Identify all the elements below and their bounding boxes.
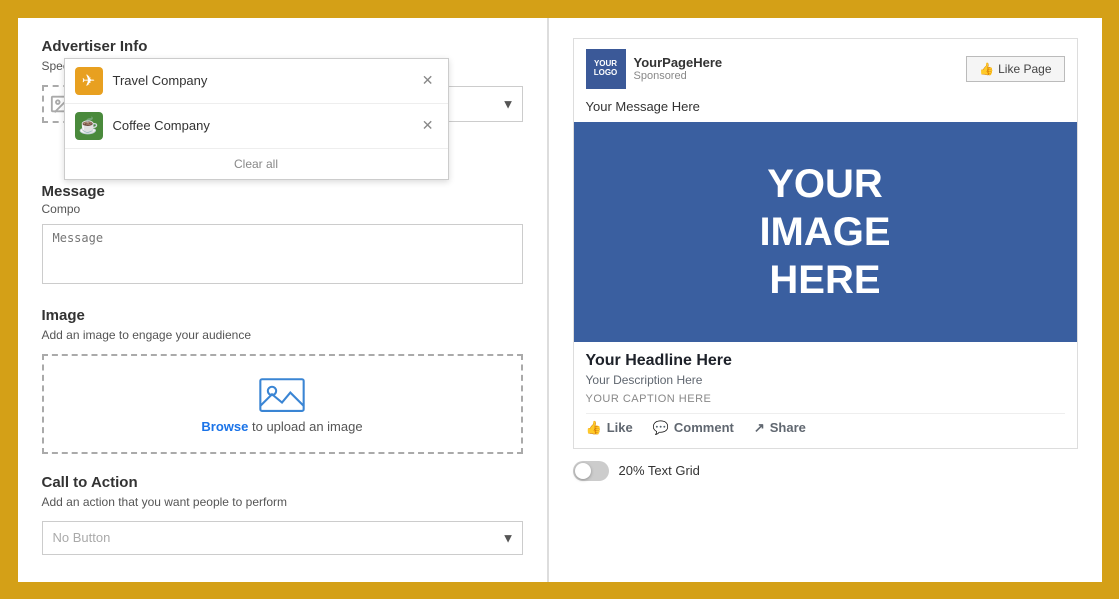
fb-sponsored: Sponsored	[634, 70, 723, 82]
coffee-icon: ☕	[75, 112, 103, 140]
fb-like-page-button[interactable]: 👍 Like Page	[966, 56, 1064, 82]
clear-all-button[interactable]: Clear all	[65, 149, 448, 179]
upload-text: Browse to upload an image	[201, 419, 362, 434]
image-upload-icon	[257, 373, 307, 413]
coffee-company-label: Coffee Company	[113, 118, 418, 133]
fb-page-name[interactable]: YourPageHere	[634, 55, 723, 70]
text-grid-row: 20% Text Grid	[573, 461, 1078, 481]
image-section: Image Add an image to engage your audien…	[42, 307, 523, 454]
like-icon: 👍	[586, 420, 602, 436]
image-subtitle: Add an image to engage your audience	[42, 328, 523, 342]
browse-link[interactable]: Browse	[201, 419, 248, 434]
coffee-remove-icon[interactable]: ✕	[418, 117, 438, 134]
dropdown-item-coffee[interactable]: ☕ Coffee Company ✕	[65, 104, 448, 149]
fb-page-details: YourPageHere Sponsored	[634, 55, 723, 82]
cta-select-wrapper: No Button ▼	[42, 521, 523, 555]
fb-headline: Your Headline Here	[586, 352, 1065, 370]
fb-user-message: Your Message Here	[574, 99, 1077, 122]
message-title: Message	[42, 183, 523, 200]
fb-like-action[interactable]: 👍 Like	[586, 420, 633, 436]
fb-comment-action[interactable]: 💬 Comment	[653, 420, 734, 436]
app-container: Advertiser Info Specify a page to repres…	[15, 15, 1105, 585]
advertiser-title: Advertiser Info	[42, 38, 523, 55]
fb-ad-header: YOURLOGO YourPageHere Sponsored 👍 Like P…	[574, 39, 1077, 99]
fb-image-placeholder: YOURIMAGEHERE	[574, 122, 1077, 342]
fb-description: Your Description Here	[586, 373, 1065, 387]
left-panel: Advertiser Info Specify a page to repres…	[18, 18, 548, 582]
fb-logo: YOURLOGO	[586, 49, 626, 89]
fb-image-text: YOURIMAGEHERE	[759, 160, 890, 304]
dropdown-item-travel[interactable]: ✈ Travel Company ✕	[65, 59, 448, 104]
fb-caption: YOUR CAPTION HERE	[586, 393, 1065, 414]
comment-icon: 💬	[653, 420, 669, 436]
travel-icon: ✈	[75, 67, 103, 95]
text-grid-toggle[interactable]	[573, 461, 609, 481]
cta-section: Call to Action Add an action that you wa…	[42, 474, 523, 555]
thumbsup-icon: 👍	[979, 62, 994, 76]
fb-ad-preview: YOURLOGO YourPageHere Sponsored 👍 Like P…	[573, 38, 1078, 449]
cta-subtitle: Add an action that you want people to pe…	[42, 495, 523, 509]
advertiser-info-section: Advertiser Info Specify a page to repres…	[42, 38, 523, 123]
image-title: Image	[42, 307, 523, 324]
fb-share-action[interactable]: ↗ Share	[754, 420, 806, 436]
page-dropdown-menu: ✈ Travel Company ✕ ☕ Coffee Company ✕ Cl…	[64, 58, 449, 180]
travel-remove-icon[interactable]: ✕	[418, 72, 438, 89]
text-grid-label: 20% Text Grid	[619, 463, 700, 478]
cta-title: Call to Action	[42, 474, 523, 491]
message-section: Message Compo	[42, 183, 523, 287]
cta-select[interactable]: No Button	[42, 521, 523, 555]
toggle-knob	[575, 463, 591, 479]
travel-company-label: Travel Company	[113, 73, 418, 88]
share-icon: ↗	[754, 420, 765, 436]
message-textarea[interactable]	[42, 224, 523, 284]
fb-page-info: YOURLOGO YourPageHere Sponsored	[586, 49, 723, 89]
fb-actions: 👍 Like 💬 Comment ↗ Share	[586, 414, 1065, 442]
image-upload-box[interactable]: Browse to upload an image	[42, 354, 523, 454]
compose-label: Compo	[42, 202, 523, 216]
right-panel: YOURLOGO YourPageHere Sponsored 👍 Like P…	[549, 18, 1102, 582]
fb-ad-body: Your Headline Here Your Description Here…	[574, 342, 1077, 448]
